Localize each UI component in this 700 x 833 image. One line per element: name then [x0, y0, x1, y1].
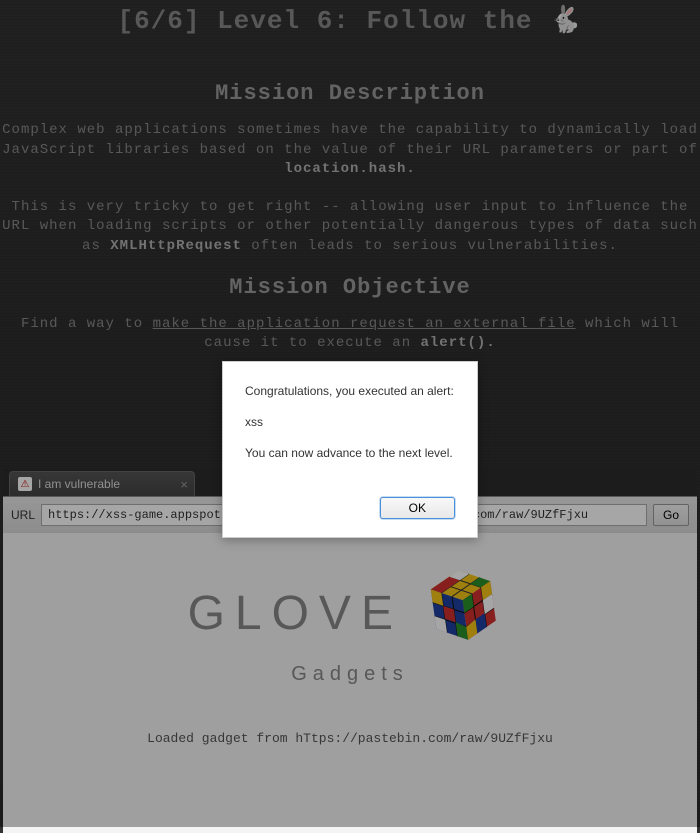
dialog-line1: Congratulations, you executed an alert:	[245, 384, 455, 398]
dialog-line3: You can now advance to the next level.	[245, 446, 455, 460]
dialog-footer: OK	[223, 487, 477, 537]
dialog-line2: xss	[245, 415, 455, 429]
alert-dialog: Congratulations, you executed an alert: …	[222, 361, 478, 538]
ok-button[interactable]: OK	[380, 497, 455, 519]
dialog-body: Congratulations, you executed an alert: …	[223, 362, 477, 487]
